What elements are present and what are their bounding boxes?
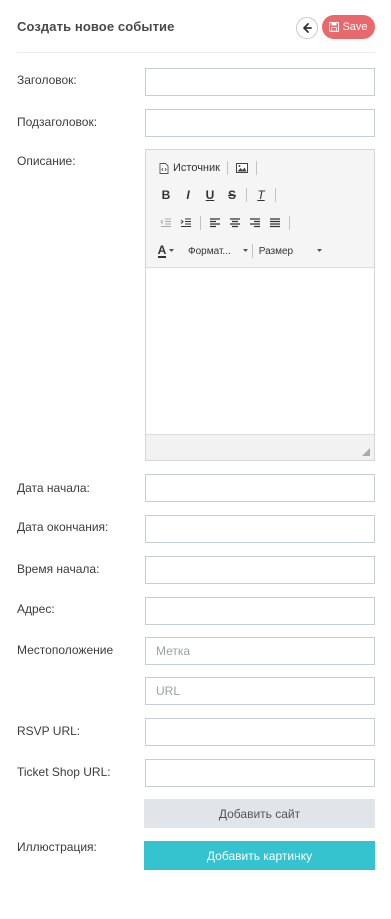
ticket-shop-url-input[interactable]	[145, 759, 375, 787]
chevron-down-icon	[169, 249, 175, 252]
remove-format-button[interactable]: T	[251, 185, 271, 205]
location-url-input[interactable]: URL	[145, 677, 375, 705]
address-label: Адрес:	[17, 602, 55, 616]
location-label-input[interactable]: Метка	[145, 637, 375, 665]
align-justify-icon	[270, 218, 280, 228]
start-date-label: Дата начала:	[17, 481, 90, 495]
source-icon	[159, 162, 169, 174]
italic-button[interactable]: I	[178, 185, 198, 205]
chevron-down-icon	[242, 249, 248, 252]
header-divider	[17, 52, 375, 53]
start-time-label: Время начала:	[17, 562, 100, 576]
indent-button[interactable]	[176, 213, 196, 233]
image-button[interactable]	[232, 158, 252, 178]
description-editor: Источник B I U S T A Формат... Размер	[145, 149, 375, 461]
add-site-button[interactable]: Добавить сайт	[144, 799, 375, 828]
floppy-icon	[329, 22, 340, 32]
underline-button[interactable]: U	[200, 185, 220, 205]
heading-label: Заголовок:	[17, 73, 77, 87]
editor-statusbar	[146, 434, 374, 460]
chevron-down-icon	[317, 249, 323, 252]
size-dropdown[interactable]: Размер	[258, 241, 323, 261]
toolbar-separator	[289, 216, 290, 230]
toolbar-separator	[246, 188, 247, 202]
source-label: Источник	[173, 162, 220, 174]
back-button[interactable]	[296, 17, 318, 39]
toolbar-separator	[200, 216, 201, 230]
outdent-button[interactable]	[156, 213, 176, 233]
outdent-icon	[160, 218, 171, 227]
format-dropdown[interactable]: Формат...	[188, 241, 248, 261]
toolbar-separator	[255, 161, 257, 175]
size-dropdown-label: Размер	[258, 245, 294, 257]
editor-content[interactable]	[146, 268, 374, 434]
ticket-shop-url-label: Ticket Shop URL:	[17, 765, 111, 779]
toolbar-separator	[275, 188, 276, 202]
start-date-input[interactable]	[145, 474, 375, 502]
align-right-button[interactable]	[245, 213, 265, 233]
end-date-label: Дата окончания:	[17, 520, 109, 534]
align-left-button[interactable]	[205, 213, 225, 233]
subheading-label: Подзаголовок:	[17, 115, 98, 129]
save-button-label: Save	[342, 21, 368, 33]
location-label: Местоположение	[17, 643, 114, 657]
strike-button[interactable]: S	[222, 185, 242, 205]
heading-input[interactable]	[145, 68, 375, 96]
editor-toolbar: Источник B I U S T A Формат... Размер	[146, 150, 374, 268]
start-time-input[interactable]	[145, 556, 375, 584]
align-center-icon	[230, 218, 240, 228]
description-label: Описание:	[17, 154, 76, 168]
arrow-left-icon	[303, 23, 312, 33]
page-header: Создать новое событие Save	[0, 0, 391, 53]
align-center-button[interactable]	[225, 213, 245, 233]
rsvp-url-input[interactable]	[145, 718, 375, 746]
toolbar-separator	[226, 161, 228, 175]
image-icon	[235, 163, 248, 173]
save-button[interactable]: Save	[322, 15, 375, 39]
add-image-button[interactable]: Добавить картинку	[144, 841, 375, 870]
text-color-button[interactable]: A	[156, 241, 176, 261]
align-left-icon	[210, 218, 220, 228]
format-dropdown-label: Формат...	[188, 245, 231, 257]
align-justify-button[interactable]	[265, 213, 285, 233]
toolbar-separator	[251, 244, 253, 258]
align-right-icon	[250, 218, 260, 228]
address-input[interactable]	[145, 597, 375, 625]
illustration-label: Иллюстрация:	[17, 840, 97, 854]
resize-handle-icon[interactable]	[362, 448, 370, 456]
subheading-input[interactable]	[145, 109, 375, 137]
end-date-input[interactable]	[145, 515, 375, 543]
indent-icon	[180, 218, 191, 227]
bold-button[interactable]: B	[156, 185, 176, 205]
text-color-letter: A	[157, 243, 167, 258]
rsvp-url-label: RSVP URL:	[17, 724, 81, 738]
page-title: Создать новое событие	[17, 19, 175, 34]
source-button[interactable]: Источник	[156, 158, 223, 178]
